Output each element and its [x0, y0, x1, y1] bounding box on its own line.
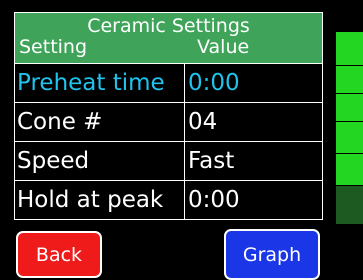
setting-value[interactable]: 0:00	[185, 181, 322, 219]
side-strip-segment-level-1	[336, 32, 363, 65]
setting-label: Preheat time	[15, 64, 185, 102]
side-status-strip	[336, 32, 363, 280]
settings-row-hold-at-peak[interactable]: Hold at peak 0:00	[15, 181, 322, 219]
graph-button[interactable]: Graph	[224, 229, 320, 280]
setting-value[interactable]: Fast	[185, 142, 322, 180]
side-strip-segment-level-2	[336, 66, 363, 93]
setting-label: Hold at peak	[15, 181, 185, 219]
setting-value[interactable]: 0:00	[185, 64, 322, 102]
side-strip-segment-level-6	[336, 186, 363, 224]
setting-value[interactable]: 04	[185, 103, 322, 141]
settings-table: Ceramic Settings Setting Value Preheat t…	[14, 12, 323, 220]
page-title: Ceramic Settings	[87, 15, 250, 37]
ceramic-settings-screen: Ceramic Settings Setting Value Preheat t…	[0, 0, 363, 280]
settings-row-preheat-time[interactable]: Preheat time 0:00	[15, 64, 322, 103]
settings-row-cone[interactable]: Cone # 04	[15, 103, 322, 142]
side-strip-segment-level-4	[336, 122, 363, 153]
value-column-header: Value	[197, 36, 250, 58]
setting-label: Speed	[15, 142, 185, 180]
settings-row-speed[interactable]: Speed Fast	[15, 142, 322, 181]
table-header: Ceramic Settings Setting Value	[15, 13, 322, 64]
setting-label: Cone #	[15, 103, 185, 141]
setting-column-header: Setting	[19, 36, 88, 58]
side-strip-segment-level-5	[336, 154, 363, 185]
back-button[interactable]: Back	[16, 231, 102, 278]
side-strip-segment-level-3	[336, 94, 363, 121]
